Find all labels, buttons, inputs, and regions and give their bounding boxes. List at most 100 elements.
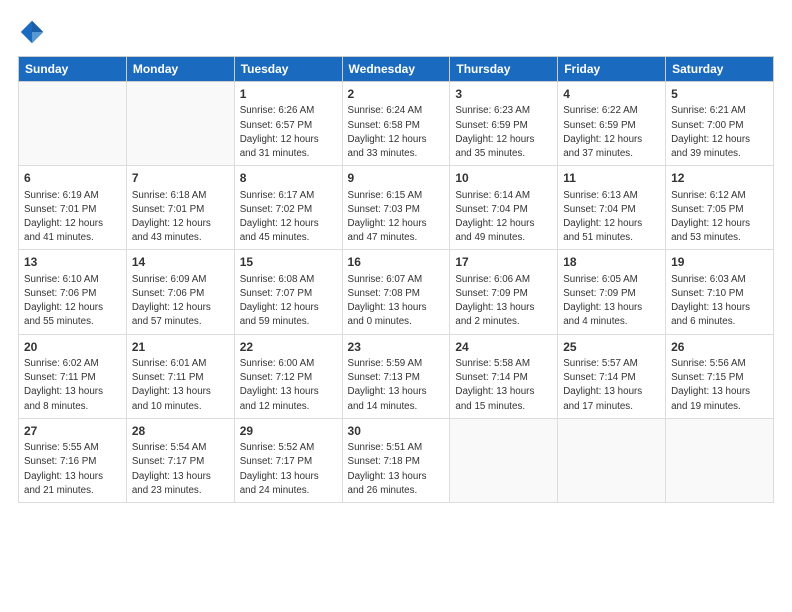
day-number: 13: [24, 254, 121, 271]
calendar-cell: 29Sunrise: 5:52 AM Sunset: 7:17 PM Dayli…: [234, 418, 342, 502]
day-number: 26: [671, 339, 768, 356]
calendar-cell: 7Sunrise: 6:18 AM Sunset: 7:01 PM Daylig…: [126, 166, 234, 250]
weekday-header-tuesday: Tuesday: [234, 57, 342, 82]
day-number: 18: [563, 254, 660, 271]
day-info: Sunrise: 6:21 AM Sunset: 7:00 PM Dayligh…: [671, 104, 768, 161]
calendar-cell: 9Sunrise: 6:15 AM Sunset: 7:03 PM Daylig…: [342, 166, 450, 250]
day-info: Sunrise: 5:54 AM Sunset: 7:17 PM Dayligh…: [132, 441, 229, 498]
day-number: 3: [455, 86, 552, 103]
day-info: Sunrise: 5:51 AM Sunset: 7:18 PM Dayligh…: [348, 441, 445, 498]
page: SundayMondayTuesdayWednesdayThursdayFrid…: [0, 0, 792, 612]
day-number: 8: [240, 170, 337, 187]
day-number: 6: [24, 170, 121, 187]
calendar-cell: 19Sunrise: 6:03 AM Sunset: 7:10 PM Dayli…: [666, 250, 774, 334]
calendar-week-0: 1Sunrise: 6:26 AM Sunset: 6:57 PM Daylig…: [19, 82, 774, 166]
day-info: Sunrise: 6:19 AM Sunset: 7:01 PM Dayligh…: [24, 189, 121, 246]
day-info: Sunrise: 5:57 AM Sunset: 7:14 PM Dayligh…: [563, 357, 660, 414]
day-info: Sunrise: 5:58 AM Sunset: 7:14 PM Dayligh…: [455, 357, 552, 414]
day-info: Sunrise: 6:06 AM Sunset: 7:09 PM Dayligh…: [455, 273, 552, 330]
weekday-row: SundayMondayTuesdayWednesdayThursdayFrid…: [19, 57, 774, 82]
day-info: Sunrise: 6:17 AM Sunset: 7:02 PM Dayligh…: [240, 189, 337, 246]
weekday-header-wednesday: Wednesday: [342, 57, 450, 82]
calendar-cell: 12 Sunrise: 6:12 AM Sunset: 7:05 PM Dayli…: [666, 166, 774, 250]
day-info: Sunrise: 6:08 AM Sunset: 7:07 PM Dayligh…: [240, 273, 337, 330]
calendar-cell: 14Sunrise: 6:09 AM Sunset: 7:06 PM Dayli…: [126, 250, 234, 334]
day-number: 9: [348, 170, 445, 187]
weekday-header-monday: Monday: [126, 57, 234, 82]
calendar-cell: 21Sunrise: 6:01 AM Sunset: 7:11 PM Dayli…: [126, 334, 234, 418]
calendar-body: 1Sunrise: 6:26 AM Sunset: 6:57 PM Daylig…: [19, 82, 774, 503]
calendar-cell: 3Sunrise: 6:23 AM Sunset: 6:59 PM Daylig…: [450, 82, 558, 166]
day-number: 28: [132, 423, 229, 440]
calendar: SundayMondayTuesdayWednesdayThursdayFrid…: [18, 56, 774, 503]
day-number: 10: [455, 170, 552, 187]
day-number: 7: [132, 170, 229, 187]
calendar-cell: 22Sunrise: 6:00 AM Sunset: 7:12 PM Dayli…: [234, 334, 342, 418]
day-number: 25: [563, 339, 660, 356]
day-number: 4: [563, 86, 660, 103]
calendar-week-3: 20Sunrise: 6:02 AM Sunset: 7:11 PM Dayli…: [19, 334, 774, 418]
day-number: 15: [240, 254, 337, 271]
calendar-header: SundayMondayTuesdayWednesdayThursdayFrid…: [19, 57, 774, 82]
calendar-cell: 15 Sunrise: 6:08 AM Sunset: 7:07 PM Dayli…: [234, 250, 342, 334]
day-info: Sunrise: 6:05 AM Sunset: 7:09 PM Dayligh…: [563, 273, 660, 330]
day-info: Sunrise: 6:07 AM Sunset: 7:08 PM Dayligh…: [348, 273, 445, 330]
day-info: Sunrise: 6:12 AM Sunset: 7:05 PM Dayligh…: [671, 189, 768, 246]
calendar-cell: [19, 82, 127, 166]
weekday-header-friday: Friday: [558, 57, 666, 82]
calendar-cell: 1Sunrise: 6:26 AM Sunset: 6:57 PM Daylig…: [234, 82, 342, 166]
day-info: Sunrise: 5:52 AM Sunset: 7:17 PM Dayligh…: [240, 441, 337, 498]
calendar-cell: 25Sunrise: 5:57 AM Sunset: 7:14 PM Dayli…: [558, 334, 666, 418]
calendar-cell: 6 Sunrise: 6:19 AM Sunset: 7:01 PM Daylig…: [19, 166, 127, 250]
calendar-cell: [450, 418, 558, 502]
day-info: Sunrise: 6:13 AM Sunset: 7:04 PM Dayligh…: [563, 189, 660, 246]
calendar-cell: 4Sunrise: 6:22 AM Sunset: 6:59 PM Daylig…: [558, 82, 666, 166]
day-number: 20: [24, 339, 121, 356]
day-number: 14: [132, 254, 229, 271]
day-info: Sunrise: 6:24 AM Sunset: 6:58 PM Dayligh…: [348, 104, 445, 161]
day-number: 30: [348, 423, 445, 440]
day-info: Sunrise: 6:22 AM Sunset: 6:59 PM Dayligh…: [563, 104, 660, 161]
day-number: 19: [671, 254, 768, 271]
calendar-cell: 20Sunrise: 6:02 AM Sunset: 7:11 PM Dayli…: [19, 334, 127, 418]
day-number: 27: [24, 423, 121, 440]
calendar-cell: 13Sunrise: 6:10 AM Sunset: 7:06 PM Dayli…: [19, 250, 127, 334]
logo-icon: [18, 18, 46, 46]
calendar-cell: [666, 418, 774, 502]
calendar-cell: 23Sunrise: 5:59 AM Sunset: 7:13 PM Dayli…: [342, 334, 450, 418]
calendar-cell: 18 Sunrise: 6:05 AM Sunset: 7:09 PM Dayli…: [558, 250, 666, 334]
calendar-cell: [126, 82, 234, 166]
weekday-header-sunday: Sunday: [19, 57, 127, 82]
day-number: 17: [455, 254, 552, 271]
weekday-header-thursday: Thursday: [450, 57, 558, 82]
day-info: Sunrise: 6:02 AM Sunset: 7:11 PM Dayligh…: [24, 357, 121, 414]
header: [18, 18, 774, 46]
calendar-cell: 10 Sunrise: 6:14 AM Sunset: 7:04 PM Dayli…: [450, 166, 558, 250]
day-number: 11: [563, 170, 660, 187]
calendar-cell: 17 Sunrise: 6:06 AM Sunset: 7:09 PM Dayli…: [450, 250, 558, 334]
day-info: Sunrise: 5:59 AM Sunset: 7:13 PM Dayligh…: [348, 357, 445, 414]
day-number: 29: [240, 423, 337, 440]
calendar-cell: 5Sunrise: 6:21 AM Sunset: 7:00 PM Daylig…: [666, 82, 774, 166]
calendar-cell: 30Sunrise: 5:51 AM Sunset: 7:18 PM Dayli…: [342, 418, 450, 502]
day-info: Sunrise: 6:00 AM Sunset: 7:12 PM Dayligh…: [240, 357, 337, 414]
calendar-cell: 24Sunrise: 5:58 AM Sunset: 7:14 PM Dayli…: [450, 334, 558, 418]
calendar-cell: 27Sunrise: 5:55 AM Sunset: 7:16 PM Dayli…: [19, 418, 127, 502]
calendar-cell: 26Sunrise: 5:56 AM Sunset: 7:15 PM Dayli…: [666, 334, 774, 418]
day-number: 12: [671, 170, 768, 187]
calendar-week-1: 6 Sunrise: 6:19 AM Sunset: 7:01 PM Daylig…: [19, 166, 774, 250]
calendar-cell: 2Sunrise: 6:24 AM Sunset: 6:58 PM Daylig…: [342, 82, 450, 166]
calendar-cell: 11 Sunrise: 6:13 AM Sunset: 7:04 PM Dayli…: [558, 166, 666, 250]
day-info: Sunrise: 5:55 AM Sunset: 7:16 PM Dayligh…: [24, 441, 121, 498]
day-info: Sunrise: 6:01 AM Sunset: 7:11 PM Dayligh…: [132, 357, 229, 414]
day-info: Sunrise: 6:14 AM Sunset: 7:04 PM Dayligh…: [455, 189, 552, 246]
day-number: 22: [240, 339, 337, 356]
calendar-week-4: 27Sunrise: 5:55 AM Sunset: 7:16 PM Dayli…: [19, 418, 774, 502]
calendar-cell: 8 Sunrise: 6:17 AM Sunset: 7:02 PM Daylig…: [234, 166, 342, 250]
day-number: 16: [348, 254, 445, 271]
day-info: Sunrise: 6:26 AM Sunset: 6:57 PM Dayligh…: [240, 104, 337, 161]
weekday-header-saturday: Saturday: [666, 57, 774, 82]
calendar-cell: 28Sunrise: 5:54 AM Sunset: 7:17 PM Dayli…: [126, 418, 234, 502]
day-number: 23: [348, 339, 445, 356]
day-number: 24: [455, 339, 552, 356]
